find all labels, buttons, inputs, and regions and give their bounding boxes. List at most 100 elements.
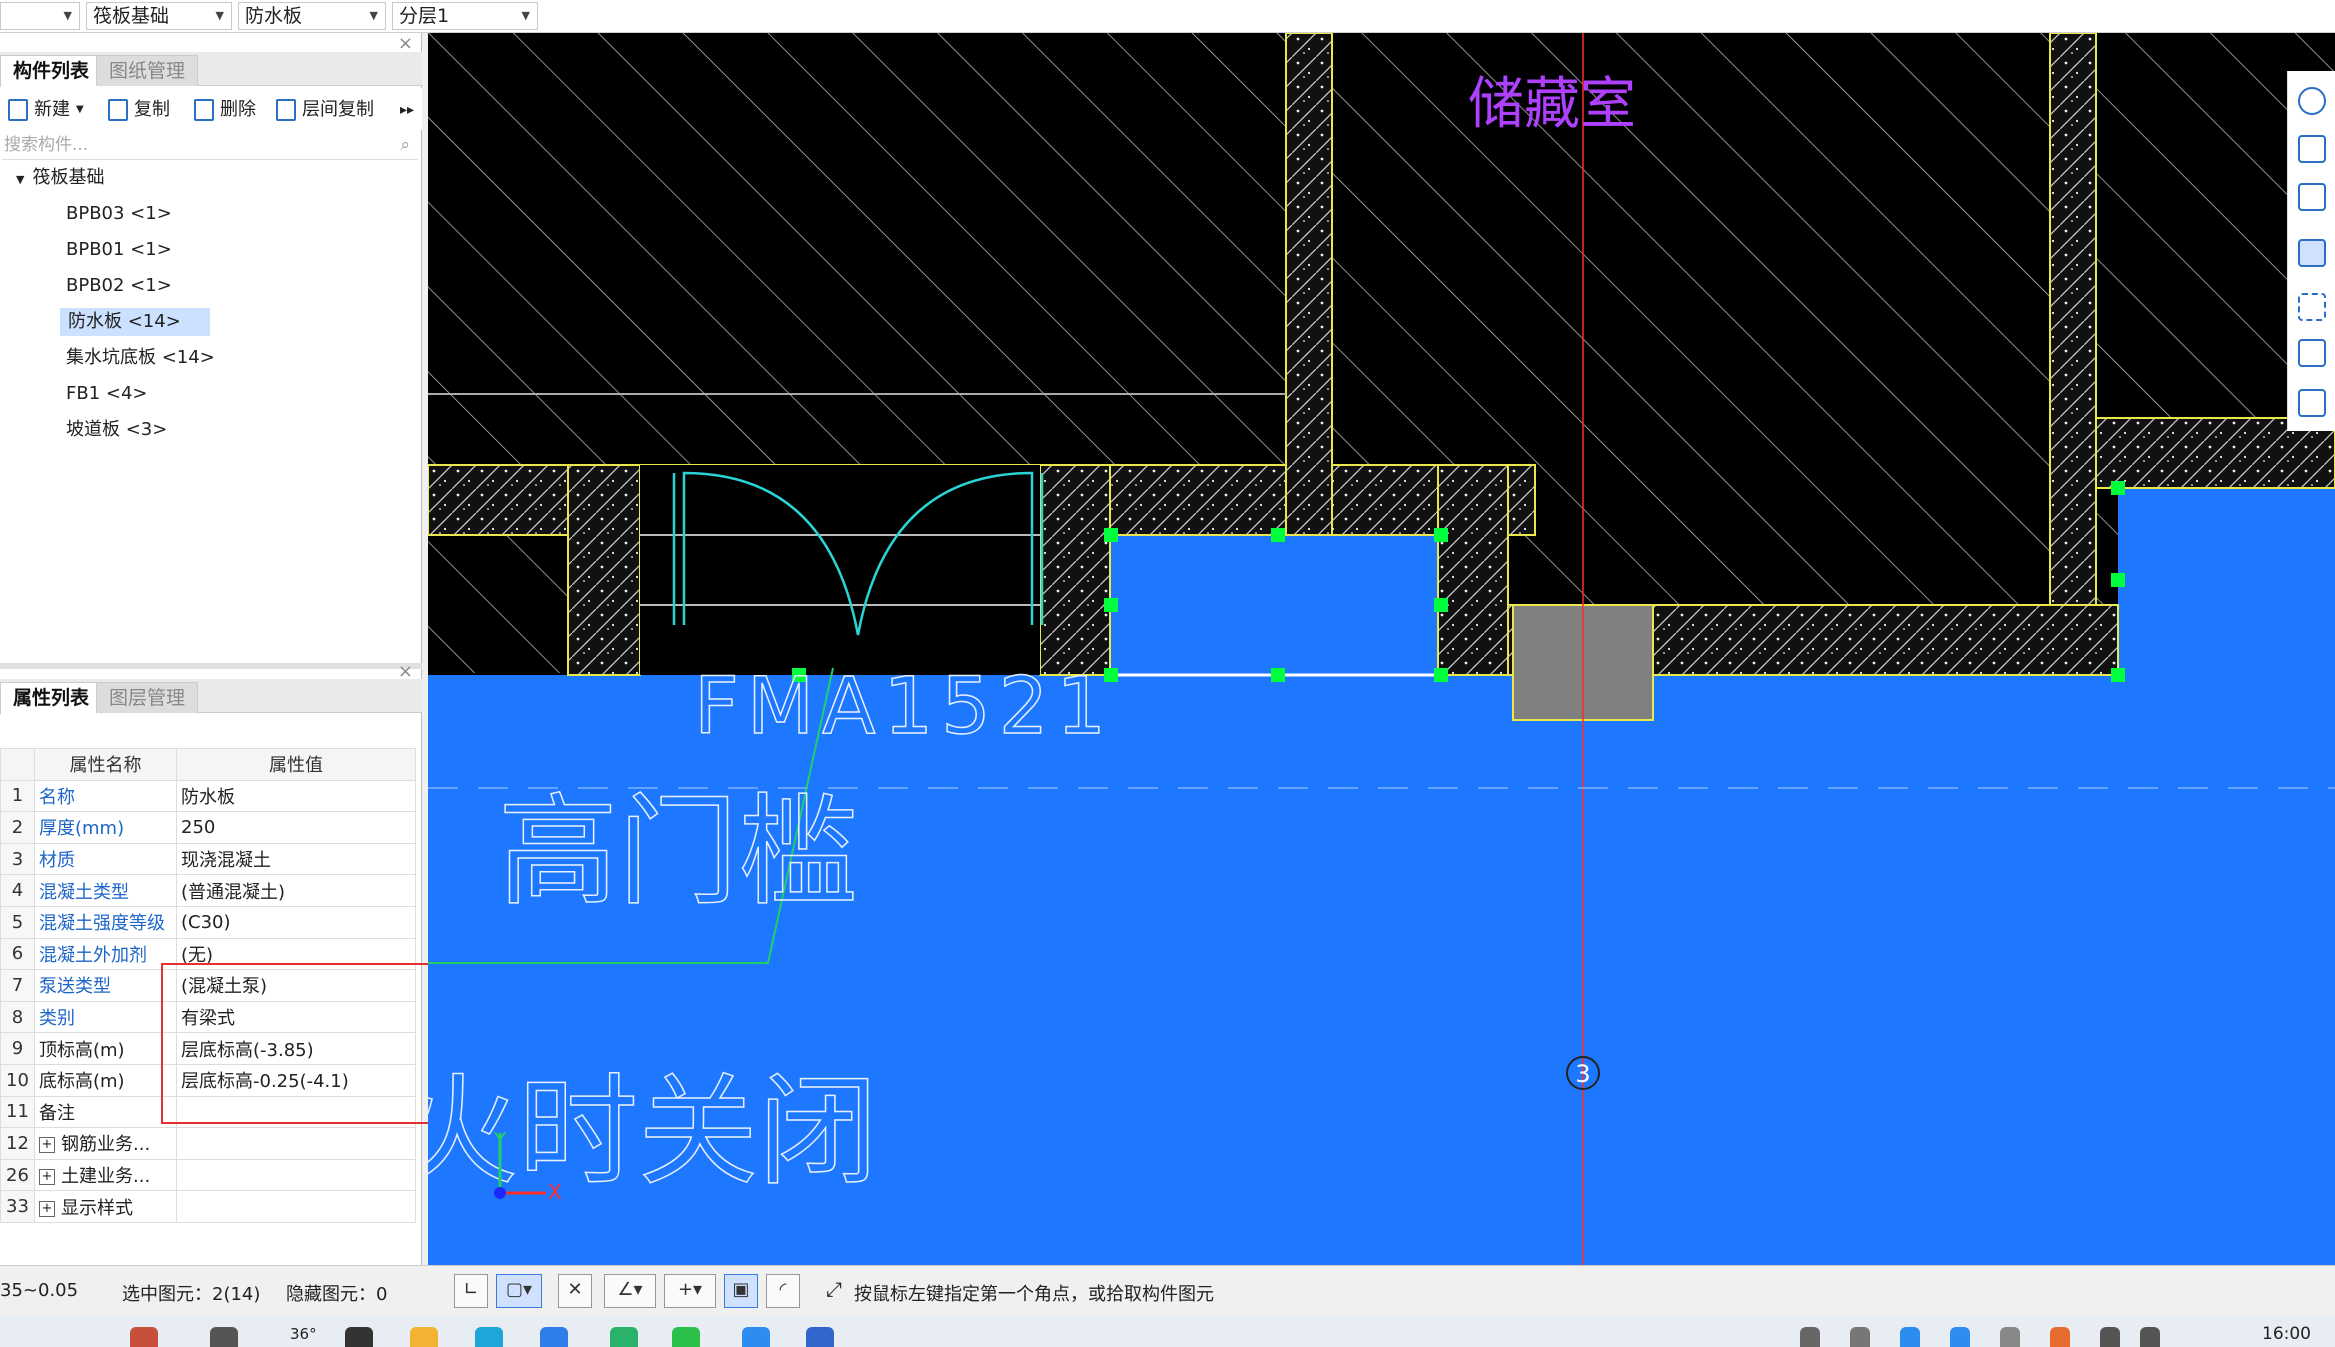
list-item[interactable]: 坡道板 <3> [66,416,167,444]
table-row[interactable]: 1 名称 防水板 [0,779,416,813]
search-icon: ⌕ [400,135,410,155]
wall-left-pier[interactable] [567,464,641,676]
tab-layer-manage[interactable]: 图层管理 [96,682,199,713]
clock: 16:00 [2262,1324,2311,1344]
snap-icon[interactable]: ▢▾ [496,1274,542,1308]
chevron-down-icon: ▼ [63,9,72,22]
drawing-canvas[interactable]: 3 储藏室 FMA1521 高门槛 火时关闭 Y X [428,33,2335,1265]
expand-icon[interactable]: + [39,1137,55,1154]
tray-icon[interactable] [1900,1327,1920,1347]
floor-select[interactable]: ▼ [0,2,80,30]
tray-icon[interactable] [1800,1327,1820,1347]
dimension-icon[interactable]: +▾ [664,1274,716,1308]
slab-right-fill[interactable] [2118,488,2335,1265]
weather-temp: 36° [290,1325,317,1343]
ucs-y-label: Y [493,1128,507,1152]
tray-icon[interactable] [2100,1327,2120,1347]
chevron-down-icon: ▼ [76,104,84,115]
delete-button[interactable]: 删除 [194,96,256,124]
wall-line [428,393,1286,395]
axis-number: 3 [1575,1060,1590,1088]
cube-icon[interactable] [2298,183,2326,211]
tray-icon[interactable] [1950,1327,1970,1347]
app-icon[interactable] [610,1327,638,1347]
drawing-svg: 3 储藏室 FMA1521 高门槛 火时关闭 Y X [428,33,2335,1265]
orbit-icon[interactable] [2298,87,2326,115]
table-row[interactable]: 2 厚度(mm) 250 [0,811,416,844]
wall-vertical-right[interactable] [2049,33,2097,676]
folder-icon[interactable] [410,1327,438,1347]
wall-vertical-center[interactable] [1285,33,1333,536]
angle-icon[interactable]: ∠▾ [604,1274,656,1308]
table-row[interactable]: 26 + 土建业务... [0,1158,416,1192]
chevron-down-icon: ▼ [215,9,224,22]
select-mode-icon[interactable]: ▣ [724,1274,758,1308]
table-row[interactable]: 4 混凝土类型 (普通混凝土) [0,874,416,907]
column-header: 属性名称 [34,748,177,781]
object-icon[interactable] [2298,339,2326,367]
hidden-count: 隐藏图元：0 [286,1284,388,1305]
cross-icon[interactable]: ✕ [558,1274,592,1308]
3d-view-icon[interactable] [2298,135,2326,163]
slab-opening-fill[interactable] [1111,535,1441,675]
door-opening [640,465,1040,675]
list-item[interactable]: BPB02 <1> [66,272,172,300]
status-bar: 35~0.05 选中图元：2(14) 隐藏图元：0 ∟ ▢▾ ✕ ∠▾ +▾ ▣… [0,1265,2335,1315]
list-item[interactable]: FB1 <4> [66,380,148,408]
ortho-icon[interactable]: ∟ [454,1274,488,1308]
property-panel-tabs: 属性列表 图层管理 [0,679,422,714]
wall-opening-right[interactable] [1437,464,1509,676]
more-icon[interactable]: ▸▸ [400,96,414,124]
tab-property-list[interactable]: 属性列表 [0,682,103,714]
component-type-select[interactable]: 防水板 ▼ [238,2,386,30]
tray-icon[interactable] [1850,1327,1870,1347]
search-input[interactable]: 搜索构件... ⌕ [2,130,418,160]
chevron-down-icon: ▼ [369,9,378,22]
list-settings-icon[interactable] [2298,389,2326,417]
list-item[interactable]: 集水坑底板 <14> [66,344,215,372]
browser-icon[interactable] [475,1327,503,1347]
chat-icon[interactable] [672,1327,700,1347]
app-icon[interactable] [742,1327,770,1347]
table-row[interactable]: 3 材质 现浇混凝土 [0,842,416,876]
list-item[interactable]: BPB03 <1> [66,200,172,228]
taskbar: 36° 16:00 [0,1315,2335,1347]
tray-icon[interactable] [2050,1327,2070,1347]
copy-between-floors-button[interactable]: 层间复制 [276,96,374,124]
tray-icon[interactable] [2000,1327,2020,1347]
fullscreen-icon[interactable] [2298,293,2326,321]
close-icon[interactable]: × [398,33,413,54]
app-icon[interactable] [806,1327,834,1347]
category-select[interactable]: 筏板基础 ▼ [86,2,232,30]
table-row[interactable]: 12 + 钢筋业务... [0,1127,416,1160]
new-button[interactable]: 新建 ▼ [8,96,84,124]
table-row[interactable]: 33 + 显示样式 [0,1190,416,1223]
list-item-selected[interactable]: 防水板 <14> [60,308,210,336]
arc-icon[interactable]: ◜ [766,1274,800,1308]
layer-select[interactable]: 分层1 ▼ [392,2,538,30]
expand-icon[interactable]: + [39,1200,55,1217]
panel-splitter[interactable] [0,663,422,669]
app-icon[interactable] [130,1327,158,1347]
component-toolbar: 新建 ▼ 复制 删除 层间复制 ▸▸ [0,88,422,130]
tray-icon[interactable] [2140,1327,2160,1347]
table-row[interactable]: 5 混凝土强度等级 (C30) [0,905,416,939]
tab-component-list[interactable]: 构件列表 [0,55,103,87]
selected-count: 选中图元：2(14) [122,1284,261,1305]
annotation-text-upper: 高门槛 [498,783,858,922]
box-view-icon[interactable] [2298,239,2326,267]
tree-root[interactable]: ▼ 筏板基础 [16,164,104,194]
elevation-readout: 35~0.05 [0,1280,79,1301]
ucs-x-label: X [548,1180,562,1204]
wall-door-right[interactable] [1039,464,1111,676]
tab-drawing-manage[interactable]: 图纸管理 [96,55,199,86]
app-icon[interactable] [210,1327,238,1347]
copy-button[interactable]: 复制 [108,96,170,124]
expand-icon[interactable]: + [39,1169,55,1186]
app-icon[interactable] [345,1327,373,1347]
command-hint: 按鼠标左键指定第一个角点，或拾取构件图元 [854,1284,1214,1305]
chevron-down-icon: ▼ [16,173,25,186]
list-item[interactable]: BPB01 <1> [66,236,172,264]
browser-icon[interactable] [540,1327,568,1347]
new-icon [8,99,28,121]
